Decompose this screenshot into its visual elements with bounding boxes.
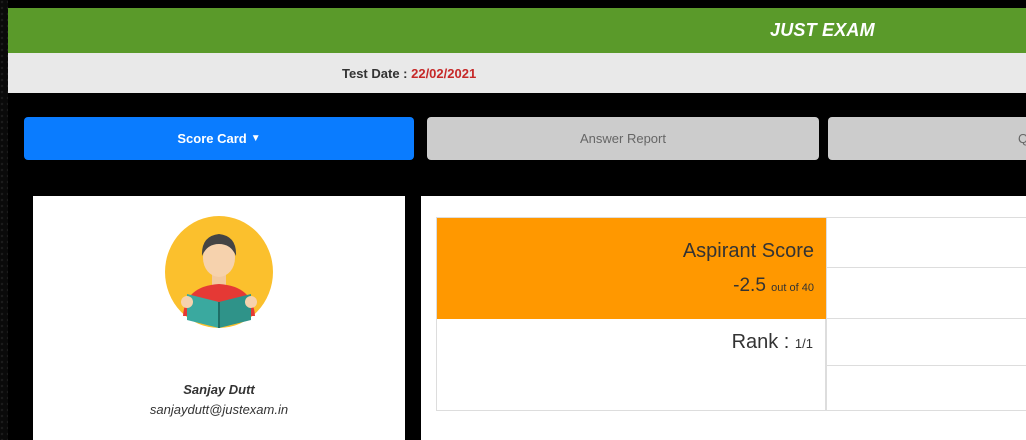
tab-score-card[interactable]: Score Card ▼ bbox=[24, 117, 414, 160]
score-table: Aspirant Score -2.5 out of 40 Rank : 1/1 bbox=[436, 217, 1026, 411]
page: JUST EXAM Test Date : 22/02/2021 Score C… bbox=[8, 0, 1026, 440]
score-details-column bbox=[826, 218, 1026, 411]
row-divider bbox=[827, 318, 1026, 319]
profile-name: Sanjay Dutt bbox=[183, 382, 255, 397]
top-bar: JUST EXAM bbox=[8, 8, 1026, 53]
test-date-value: 22/02/2021 bbox=[411, 66, 477, 81]
rank: Rank : 1/1 bbox=[732, 331, 813, 354]
score-out-of: out of 40 bbox=[771, 282, 814, 294]
tab-question-label: Question bbox=[1018, 131, 1026, 146]
rank-cell: Rank : 1/1 bbox=[437, 319, 826, 411]
reader-avatar-icon bbox=[165, 216, 273, 328]
tab-score-card-label: Score Card bbox=[177, 131, 247, 146]
score-panel: Aspirant Score -2.5 out of 40 Rank : 1/1 bbox=[421, 196, 1026, 440]
aspirant-score-label: Aspirant Score bbox=[682, 240, 814, 262]
profile-card: Sanjay Dutt sanjaydutt@justexam.in bbox=[33, 196, 405, 440]
test-date-label: Test Date : bbox=[342, 66, 412, 81]
aspirant-score-value: -2.5 out of 40 bbox=[733, 275, 814, 297]
app-title: JUST EXAM bbox=[770, 20, 875, 40]
tab-answer-report[interactable]: Answer Report bbox=[427, 117, 819, 160]
rank-value: 1/1 bbox=[794, 336, 813, 351]
caret-down-icon: ▼ bbox=[250, 133, 261, 144]
tab-answer-report-label: Answer Report bbox=[580, 131, 666, 146]
tab-question[interactable]: Question bbox=[828, 117, 1026, 160]
rank-label: Rank : bbox=[731, 331, 795, 353]
test-date-bar: Test Date : 22/02/2021 bbox=[8, 53, 1026, 93]
aspirant-score-cell: Aspirant Score -2.5 out of 40 bbox=[437, 218, 826, 319]
row-divider bbox=[827, 267, 1026, 268]
profile-email: sanjaydutt@justexam.in bbox=[149, 402, 289, 417]
score-number: -2.5 bbox=[733, 275, 766, 296]
test-date: Test Date : 22/02/2021 bbox=[342, 66, 476, 81]
row-divider bbox=[827, 365, 1026, 366]
